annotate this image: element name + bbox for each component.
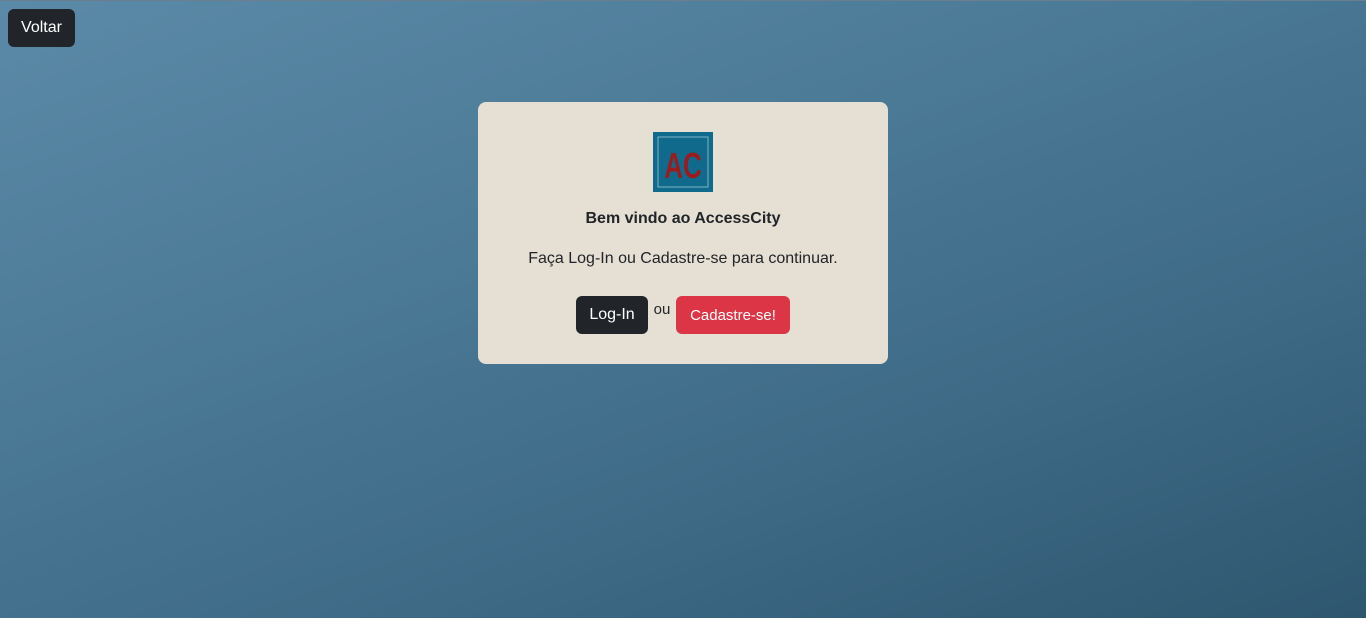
welcome-subtitle: Faça Log-In ou Cadastre-se para continua… <box>528 250 838 267</box>
signup-button[interactable]: Cadastre-se! <box>676 296 790 334</box>
accesscity-logo-icon: AC <box>653 132 713 192</box>
login-button[interactable]: Log-In <box>576 296 648 334</box>
welcome-title: Bem vindo ao AccessCity <box>585 210 781 227</box>
back-button[interactable]: Voltar <box>8 9 75 47</box>
or-separator: ou <box>653 301 671 318</box>
welcome-card: AC Bem vindo ao AccessCity Faça Log-In o… <box>478 102 888 364</box>
top-border <box>0 0 1366 1</box>
logo-text: AC <box>664 146 701 186</box>
